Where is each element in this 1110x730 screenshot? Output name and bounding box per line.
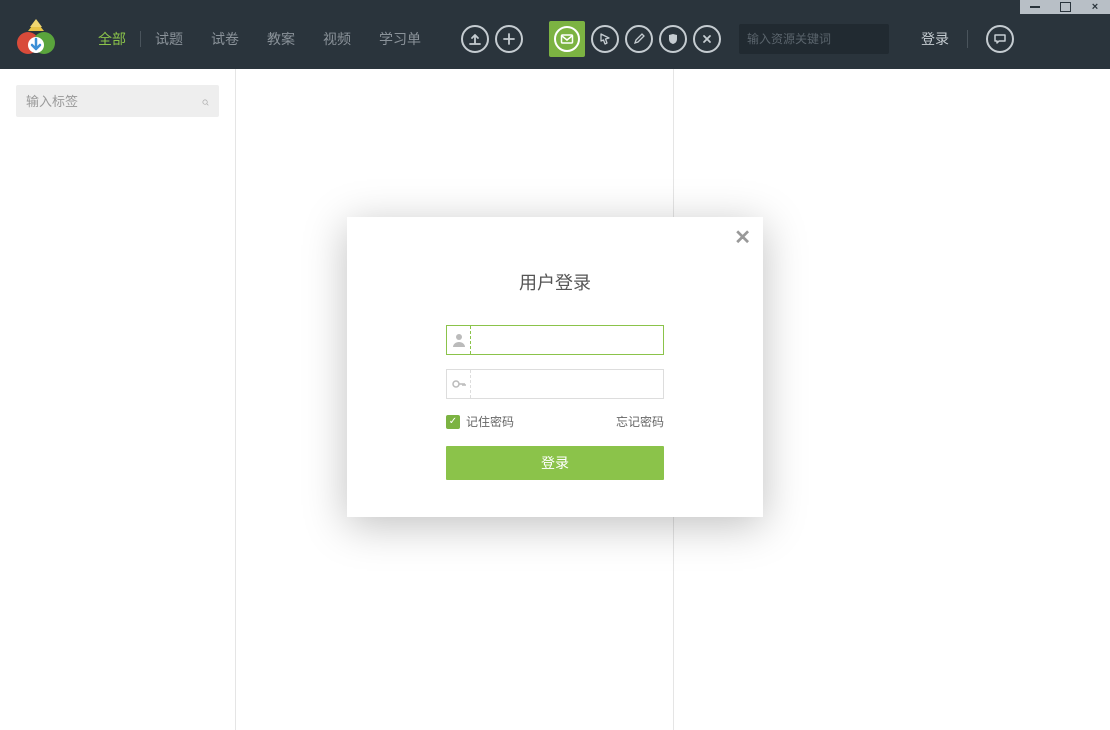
modal-close-button[interactable]: ✕ xyxy=(734,225,751,250)
modal-title: 用户登录 xyxy=(519,269,591,295)
add-icon[interactable] xyxy=(495,25,523,53)
user-icon xyxy=(447,326,471,354)
header-search-box[interactable] xyxy=(739,24,889,54)
sidebar-tag-input[interactable] xyxy=(26,94,202,109)
nav-tab-label: 试卷 xyxy=(211,29,239,49)
header-toolbar: 全部 试题 试卷 教案 视频 学习单 xyxy=(0,9,1110,69)
password-field[interactable] xyxy=(446,369,664,399)
remember-password-checkbox[interactable]: ✓ 记住密码 xyxy=(446,413,514,430)
key-icon xyxy=(447,370,471,398)
pointer-icon[interactable] xyxy=(591,25,619,53)
toolbar-icon-group xyxy=(461,21,721,57)
shield-icon[interactable] xyxy=(659,25,687,53)
window-close-button[interactable]: × xyxy=(1080,0,1110,14)
nav-tab-plans[interactable]: 教案 xyxy=(253,9,309,69)
nav-tab-label: 全部 xyxy=(98,29,126,49)
login-submit-button[interactable]: 登录 xyxy=(446,446,664,480)
window-minimize-button[interactable] xyxy=(1020,0,1050,14)
mail-icon[interactable] xyxy=(549,21,585,57)
upload-icon[interactable] xyxy=(461,25,489,53)
nav-tab-videos[interactable]: 视频 xyxy=(309,9,365,69)
nav-tab-all[interactable]: 全部 xyxy=(84,9,140,69)
nav-tab-papers[interactable]: 试卷 xyxy=(197,9,253,69)
cancel-icon[interactable] xyxy=(693,25,721,53)
header-separator xyxy=(967,30,968,48)
username-field[interactable] xyxy=(446,325,664,355)
login-modal: ✕ 用户登录 ✓ 记住密码 忘记密码 登录 xyxy=(347,217,763,517)
checkbox-checked-icon: ✓ xyxy=(446,415,460,429)
app-logo-icon xyxy=(12,15,60,63)
header-search-input[interactable] xyxy=(747,32,902,46)
nav-tab-label: 视频 xyxy=(323,29,351,49)
window-maximize-button[interactable] xyxy=(1050,0,1080,14)
nav-tab-label: 试题 xyxy=(155,29,183,49)
remember-password-label: 记住密码 xyxy=(466,413,514,430)
sidebar-tag-search[interactable] xyxy=(16,85,219,117)
login-link[interactable]: 登录 xyxy=(921,29,949,49)
nav-tab-label: 教案 xyxy=(267,29,295,49)
username-input[interactable] xyxy=(471,326,663,354)
nav-tab-worksheets[interactable]: 学习单 xyxy=(365,9,435,69)
comment-icon[interactable] xyxy=(986,25,1014,53)
nav-tabs: 全部 试题 试卷 教案 视频 学习单 xyxy=(84,9,435,69)
forgot-password-link[interactable]: 忘记密码 xyxy=(616,413,664,430)
sidebar xyxy=(0,69,236,730)
search-icon[interactable] xyxy=(202,93,209,109)
edit-icon[interactable] xyxy=(625,25,653,53)
nav-tab-label: 学习单 xyxy=(379,29,421,49)
nav-tab-questions[interactable]: 试题 xyxy=(141,9,197,69)
password-input[interactable] xyxy=(471,370,663,398)
